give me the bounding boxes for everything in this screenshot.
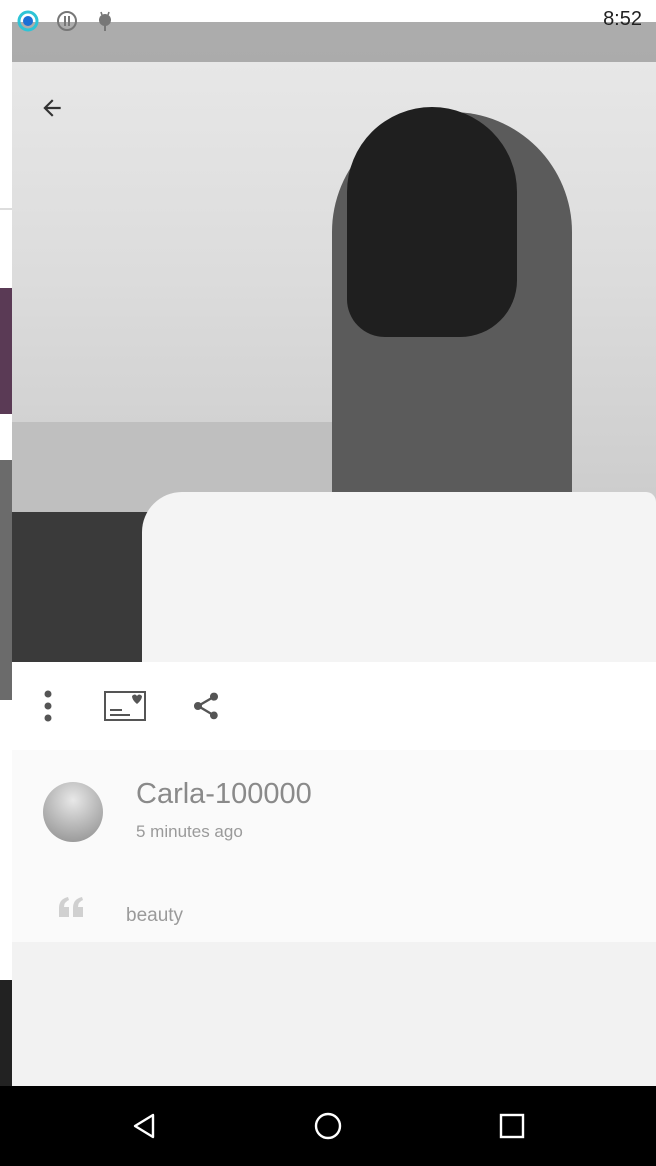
background-thumbnail — [0, 980, 12, 1090]
post-info: Carla-100000 5 minutes ago beauty — [12, 750, 656, 942]
triangle-back-icon — [133, 1113, 155, 1139]
post-photo[interactable] — [12, 22, 656, 662]
nav-recents-button[interactable] — [492, 1106, 532, 1146]
navigation-bar — [0, 1086, 656, 1166]
photo-figure-hair — [347, 107, 517, 337]
share-icon — [194, 692, 218, 720]
nav-home-button[interactable] — [308, 1106, 348, 1146]
username[interactable]: Carla-100000 — [136, 778, 312, 811]
post-time: 5 minutes ago — [136, 822, 243, 841]
nav-back-button[interactable] — [124, 1106, 164, 1146]
save-card-icon — [104, 691, 146, 721]
more-vertical-icon — [44, 690, 52, 722]
background-page-strip — [0, 40, 12, 1090]
background-thumbnail — [0, 460, 12, 700]
post-actions-bar — [12, 662, 656, 750]
save-card-button[interactable] — [103, 686, 147, 726]
status-time: 8:52 — [603, 8, 642, 30]
background-thumbnail — [0, 288, 12, 414]
circle-app-icon — [17, 10, 39, 32]
more-options-button[interactable] — [28, 686, 68, 726]
avatar[interactable] — [43, 782, 103, 842]
info-notification-icon — [57, 11, 77, 31]
post-caption: beauty — [126, 905, 184, 926]
square-recents-icon — [499, 1113, 525, 1139]
background-divider — [0, 208, 12, 210]
share-button[interactable] — [186, 686, 226, 726]
status-bar: 8:52 — [0, 0, 656, 40]
circle-home-icon — [314, 1112, 342, 1140]
quote-icon — [59, 897, 83, 917]
post-detail-card: Carla-100000 5 minutes ago beauty — [12, 22, 656, 1086]
arrow-back-icon — [43, 99, 61, 117]
back-button[interactable] — [32, 88, 72, 128]
photo-sofa — [142, 492, 656, 662]
android-debug-icon — [99, 11, 111, 31]
